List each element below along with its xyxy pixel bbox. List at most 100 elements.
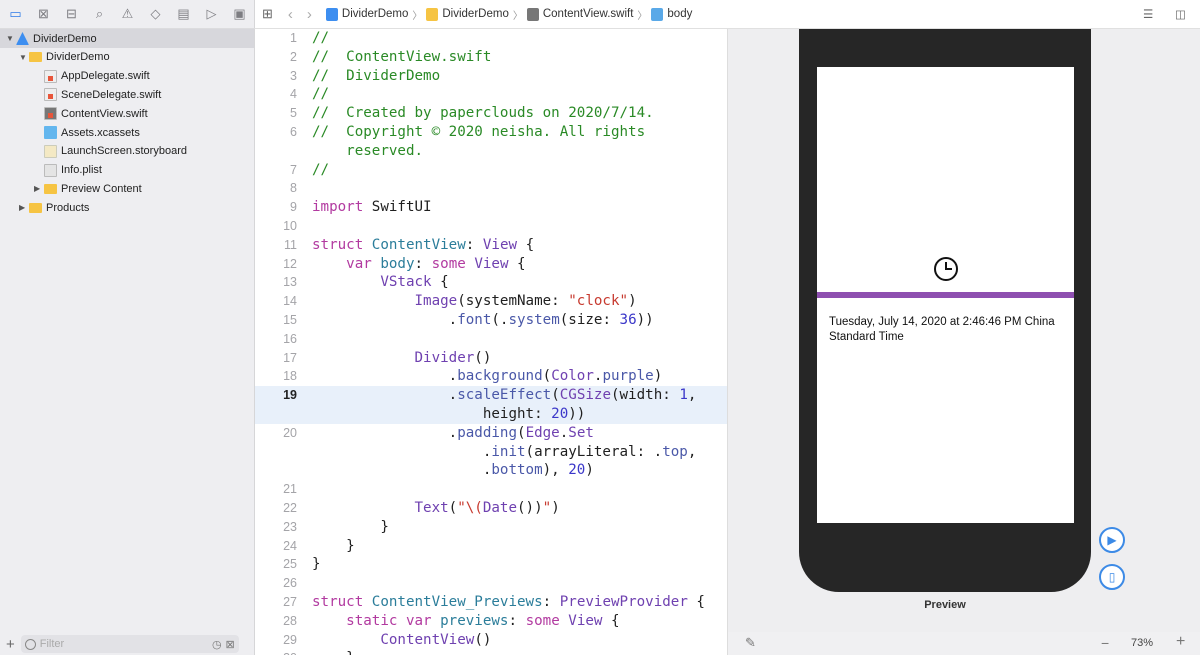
forward-icon[interactable]: › xyxy=(307,6,312,23)
code-line[interactable]: 11 struct ContentView: View { xyxy=(255,236,727,255)
code-line[interactable]: 25} xyxy=(255,555,727,574)
breadcrumb-item[interactable]: DividerDemo xyxy=(325,7,408,21)
code-token: 36 xyxy=(619,312,637,328)
code-line[interactable]: 9 import SwiftUI xyxy=(255,198,727,217)
debug-icon[interactable]: ▤ xyxy=(174,5,193,24)
code-token: struct xyxy=(312,236,364,253)
back-icon[interactable]: ‹ xyxy=(288,6,293,23)
code-line[interactable]: 12 var body: some View { xyxy=(255,255,727,274)
code-token: previews xyxy=(440,612,509,629)
zoom-in-button[interactable]: + xyxy=(1176,633,1185,651)
scm-filter-icon[interactable]: ⊠ xyxy=(226,638,235,651)
line-number: 1 xyxy=(290,31,297,45)
code-line[interactable]: 14 Image(systemName: "clock") xyxy=(255,292,727,311)
code-line[interactable]: 1 // xyxy=(255,29,727,48)
related-items-icon[interactable]: ⊞ xyxy=(262,6,273,22)
code-line[interactable]: .bottom), 20) xyxy=(255,461,727,480)
breakpoint-icon[interactable]: ▷ xyxy=(202,5,221,24)
code-line[interactable]: 10 xyxy=(255,217,727,236)
breadcrumb-item[interactable]: ContentView.swift xyxy=(526,7,633,21)
code-line[interactable]: 22 Text("\(Date())") xyxy=(255,499,727,518)
code-line[interactable]: reserved. xyxy=(255,142,727,161)
code-line[interactable]: 6 // Copyright © 2020 neisha. All rights xyxy=(255,123,727,142)
code-line[interactable]: 30 } xyxy=(255,649,727,655)
disclosure-triangle-icon[interactable]: ▼ xyxy=(6,34,16,43)
code-line[interactable]: 3 // DividerDemo xyxy=(255,67,727,86)
tree-item[interactable]: Assets.xcassets xyxy=(0,123,254,142)
disclosure-triangle-icon[interactable]: ▶ xyxy=(19,203,29,212)
editor-options-icon[interactable]: ☰ xyxy=(1143,7,1153,21)
recent-icon[interactable]: ◷ xyxy=(212,638,222,651)
code-line[interactable]: 28 static var previews: some View { xyxy=(255,612,727,631)
zoom-out-button[interactable]: − xyxy=(1101,635,1109,651)
code-line[interactable]: 2 // ContentView.swift xyxy=(255,48,727,67)
code-line[interactable]: 15 .font(.system(size: 36)) xyxy=(255,311,727,330)
code-line[interactable]: 19 .scaleEffect(CGSize(width: 1, xyxy=(255,386,727,405)
code-line[interactable]: 18 .background(Color.purple) xyxy=(255,367,727,386)
code-token: struct xyxy=(312,594,364,610)
disclosure-triangle-icon[interactable]: ▼ xyxy=(19,53,29,62)
warning-icon[interactable]: ⚠ xyxy=(118,5,137,24)
code-line[interactable]: 4 // xyxy=(255,85,727,104)
tree-item[interactable]: Info.plist xyxy=(0,161,254,180)
filter-input[interactable]: Filter ◷ ⊠ xyxy=(20,635,239,653)
code-line[interactable]: 24 } xyxy=(255,537,727,556)
tree-item[interactable]: LaunchScreen.storyboard xyxy=(0,142,254,161)
breadcrumb-item[interactable]: body xyxy=(651,7,692,21)
code-token: ) xyxy=(585,462,594,479)
code-line[interactable]: 23 } xyxy=(255,518,727,537)
code-line[interactable]: 16 xyxy=(255,330,727,349)
code-line[interactable]: height: 20)) xyxy=(255,405,727,424)
code-token: )) xyxy=(636,312,654,328)
code-token: Text xyxy=(414,500,449,516)
code-line[interactable]: 13 VStack { xyxy=(255,273,727,292)
tree-item[interactable]: SceneDelegate.swift xyxy=(0,85,254,104)
breadcrumb-separator: 〉 xyxy=(512,10,523,22)
code-token: font xyxy=(457,312,492,328)
code-line[interactable]: 7 // xyxy=(255,161,727,180)
pin-icon[interactable]: ✎ xyxy=(745,635,756,651)
code-line[interactable]: 27 struct ContentView_Previews: PreviewPr… xyxy=(255,593,727,612)
code-token: } xyxy=(312,537,355,554)
tree-item[interactable]: ▶ Preview Content xyxy=(0,179,254,198)
code-text: // Copyright © 2020 neisha. All rights xyxy=(312,123,645,142)
inspector-toggle-icon[interactable]: ◫ xyxy=(1175,7,1186,21)
code-token: (systemName: xyxy=(457,293,569,310)
code-line[interactable]: 20 .padding(Edge.Set xyxy=(255,424,727,443)
tree-item[interactable]: ContentView.swift xyxy=(0,104,254,123)
code-line[interactable]: 21 xyxy=(255,480,727,499)
live-preview-button[interactable]: ▶ xyxy=(1099,527,1125,553)
code-line[interactable]: 17 Divider() xyxy=(255,349,727,368)
tree-item[interactable]: ▶ Products xyxy=(0,198,254,217)
code-line[interactable]: 5 // Created by papercloud​s on 2020/7/14… xyxy=(255,104,727,123)
code-editor[interactable]: 1//2// ContentView.swift 3// DividerDemo 4… xyxy=(255,29,727,655)
test-icon[interactable]: ◇ xyxy=(146,5,165,24)
breadcrumb-item[interactable]: DividerDemo xyxy=(426,7,509,21)
code-line[interactable]: 8 xyxy=(255,179,727,198)
code-line[interactable]: 29 ContentView() xyxy=(255,631,727,650)
disclosure-triangle-icon[interactable]: ▶ xyxy=(34,184,44,193)
tree-item[interactable]: AppDelegate.swift xyxy=(0,67,254,86)
tree-item-label: Assets.xcassets xyxy=(61,126,140,139)
code-token: Image xyxy=(414,293,458,310)
code-line[interactable]: 26 xyxy=(255,574,727,593)
source-control-icon[interactable]: ⊠ xyxy=(34,5,53,24)
tree-item-label: SceneDelegate.swift xyxy=(61,88,162,101)
search-icon[interactable]: ⌕ xyxy=(90,5,109,24)
code-text: Image(systemName: "clock") xyxy=(312,292,637,311)
tree-item[interactable]: ▼ DividerDemo xyxy=(0,48,254,67)
device-preview-button[interactable]: ▯ xyxy=(1099,564,1125,590)
code-text: VStack { xyxy=(312,273,448,292)
folder-icon[interactable]: ▭ xyxy=(6,5,25,24)
tree-item-label: Preview Content xyxy=(61,182,142,195)
code-token: top xyxy=(662,443,688,460)
project-icon xyxy=(16,32,29,45)
breadcrumb-separator: 〉 xyxy=(412,10,423,22)
code-line[interactable]: .init(arrayLiteral: .top, xyxy=(255,443,727,462)
code-token: some xyxy=(525,612,560,629)
code-token: : xyxy=(542,594,560,610)
hierarchy-icon[interactable]: ⊟ xyxy=(62,5,81,24)
report-icon[interactable]: ▣ xyxy=(230,5,249,24)
tree-item[interactable]: ▼ DividerDemo xyxy=(0,29,254,48)
add-icon[interactable]: + xyxy=(6,636,15,653)
